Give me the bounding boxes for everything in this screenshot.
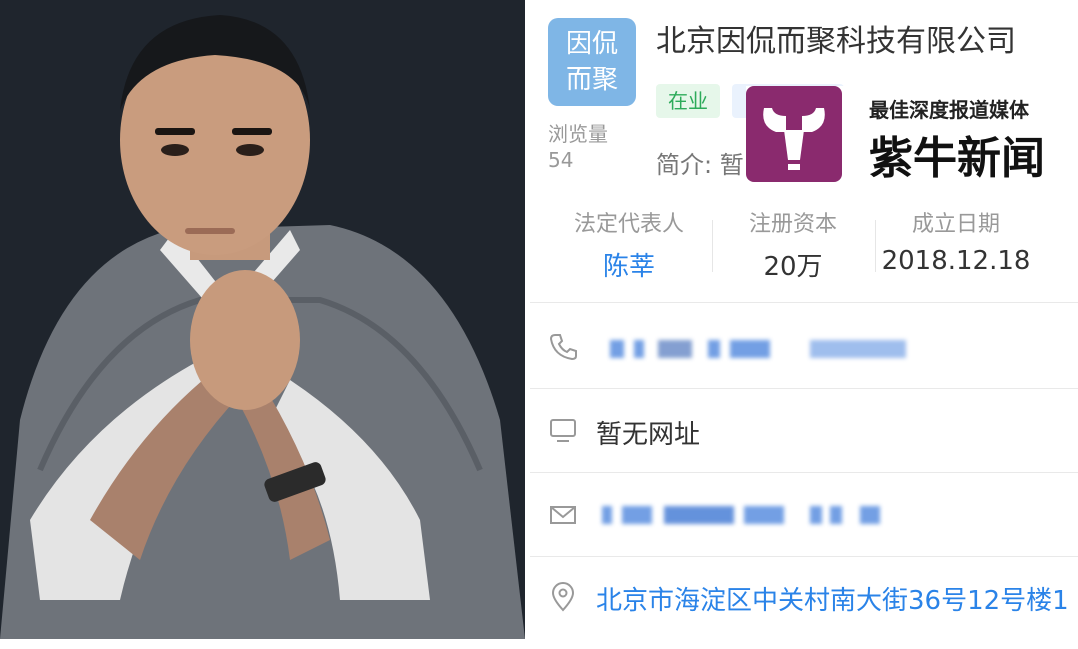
company-intro: 简介: 暂 xyxy=(656,151,744,179)
watermark-name: 紫牛新闻 xyxy=(869,133,1045,184)
registered-capital-value: 20万 xyxy=(763,252,823,282)
phone-icon xyxy=(549,334,577,361)
address-link[interactable]: 北京市海淀区中关村南大街36号12号楼1 xyxy=(596,580,1069,617)
location-pin-icon xyxy=(551,582,575,612)
company-logo: 因侃 而聚 xyxy=(548,18,636,106)
founded-date-stat: 成立日期 2018.12.18 xyxy=(871,206,1041,276)
status-badge: 在业 xyxy=(656,84,720,118)
registered-capital-label: 注册资本 xyxy=(748,212,837,237)
divider xyxy=(530,472,1078,473)
company-info-panel: 因侃 而聚 北京因侃而聚科技有限公司 在业 浏览量 54 简介: 暂 最佳深度报… xyxy=(530,0,1078,649)
divider xyxy=(530,388,1078,389)
legal-rep-stat: 法定代表人 陈莘 xyxy=(544,206,714,283)
mail-icon xyxy=(550,506,576,524)
views-value: 54 xyxy=(548,148,574,172)
founded-date-value: 2018.12.18 xyxy=(881,246,1031,276)
views-label: 浏览量 xyxy=(548,122,608,146)
divider xyxy=(530,556,1078,557)
watermark-slogan: 最佳深度报道媒体 xyxy=(869,98,1029,122)
founded-date-label: 成立日期 xyxy=(911,212,1000,237)
legal-rep-label: 法定代表人 xyxy=(573,212,684,237)
company-logo-line2: 而聚 xyxy=(565,65,618,95)
bull-logo-icon xyxy=(746,86,842,182)
website-text: 暂无网址 xyxy=(596,420,701,450)
legal-rep-link[interactable]: 陈莘 xyxy=(544,246,714,283)
company-logo-line1: 因侃 xyxy=(565,29,618,59)
person-photo xyxy=(0,0,525,639)
media-watermark: 最佳深度报道媒体 紫牛新闻 xyxy=(746,86,1056,186)
company-name: 北京因侃而聚科技有限公司 xyxy=(656,24,1016,59)
divider xyxy=(530,302,1078,303)
monitor-icon xyxy=(550,419,576,442)
registered-capital-stat: 注册资本 20万 xyxy=(708,206,878,283)
